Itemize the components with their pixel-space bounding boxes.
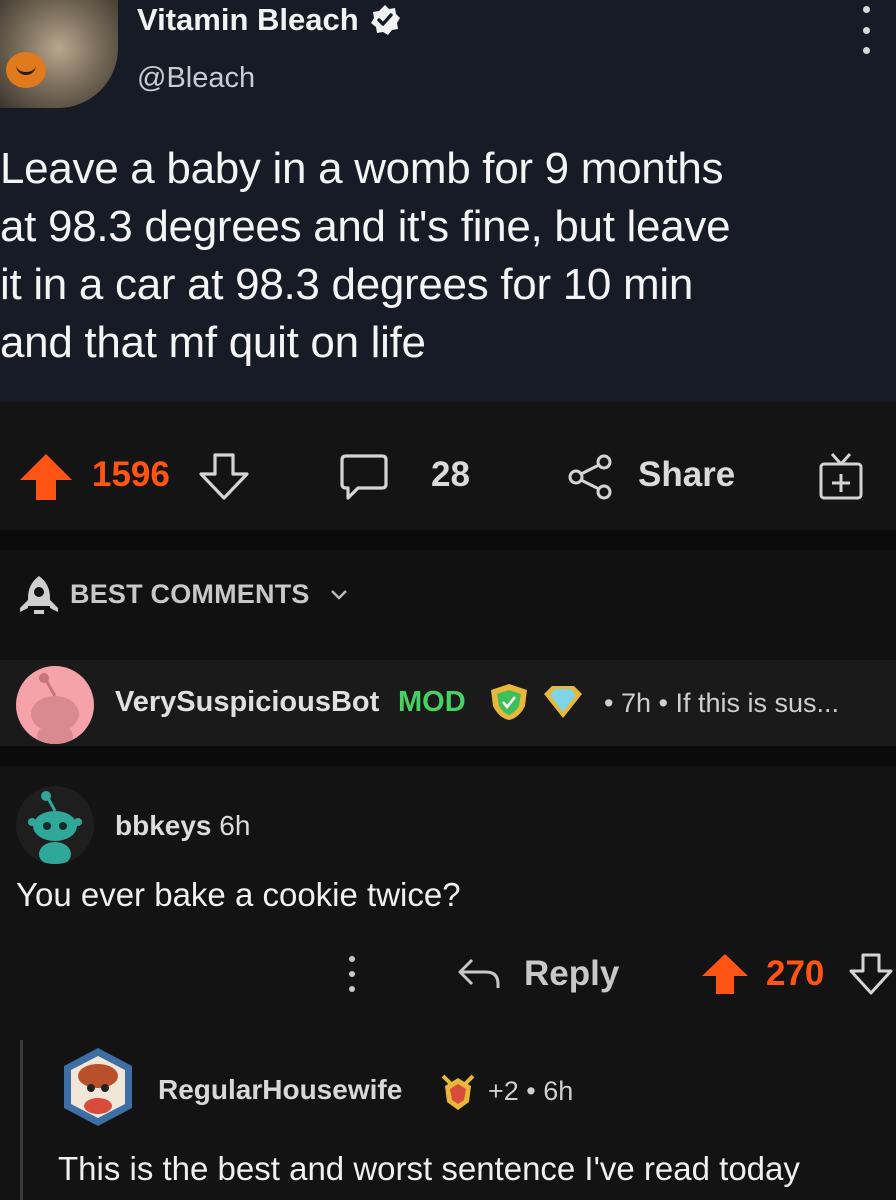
downvote-icon[interactable] bbox=[198, 452, 250, 502]
tweet-avatar bbox=[0, 0, 118, 108]
rocket-icon bbox=[20, 576, 58, 614]
upvote-count: 1596 bbox=[92, 455, 170, 494]
gem-award-icon bbox=[544, 686, 582, 718]
tweet-line: it in a car at 98.3 degrees for 10 min bbox=[0, 260, 693, 309]
award-icon bbox=[441, 1074, 475, 1110]
tweet-line: Leave a baby in a womb for 9 months bbox=[0, 144, 724, 193]
avatar bbox=[16, 666, 94, 744]
sort-label[interactable]: BEST COMMENTS bbox=[70, 579, 310, 610]
tweet-line: and that mf quit on life bbox=[0, 318, 426, 367]
comment-author: bbkeys 6h bbox=[115, 810, 250, 842]
comment-username[interactable]: bbkeys bbox=[115, 810, 212, 841]
comment-count: 28 bbox=[431, 455, 470, 494]
comment-age: 6h bbox=[219, 810, 251, 841]
comment-icon[interactable] bbox=[338, 452, 390, 502]
more-options-icon[interactable] bbox=[346, 956, 358, 992]
snoo-icon bbox=[28, 791, 82, 864]
avatar[interactable] bbox=[16, 786, 94, 864]
downvote-icon[interactable] bbox=[848, 952, 894, 996]
award-icon[interactable] bbox=[818, 450, 864, 502]
section-spacer bbox=[0, 530, 896, 550]
chevron-down-icon[interactable] bbox=[330, 589, 348, 601]
tweet-handle: @Bleach bbox=[137, 62, 256, 94]
tweet-card: Vitamin Bleach @Bleach Leave a baby in a… bbox=[0, 0, 896, 402]
more-icon[interactable] bbox=[856, 6, 876, 54]
reply-username[interactable]: RegularHousewife bbox=[158, 1074, 402, 1106]
share-button[interactable]: Share bbox=[638, 455, 735, 495]
share-icon[interactable] bbox=[566, 452, 616, 502]
pumpkin-icon bbox=[6, 52, 46, 88]
comment-text: You ever bake a cookie twice? bbox=[16, 876, 461, 913]
tweet-line: at 98.3 degrees and it's fine, but leave bbox=[0, 202, 731, 251]
reply-meta: +2 • 6h bbox=[488, 1076, 574, 1106]
mod-comment-meta: • 7h • If this is sus... bbox=[604, 688, 839, 718]
upvote-icon[interactable] bbox=[18, 452, 74, 502]
tweet-display-name: Vitamin Bleach bbox=[137, 2, 401, 38]
reply-text: This is the best and worst sentence I've… bbox=[58, 1150, 800, 1187]
upvote-icon[interactable] bbox=[700, 952, 750, 996]
reply-button[interactable]: Reply bbox=[524, 954, 619, 994]
avatar[interactable] bbox=[58, 1046, 138, 1128]
mod-username[interactable]: VerySuspiciousBot bbox=[115, 686, 379, 719]
snoo-icon bbox=[31, 673, 79, 744]
tweet-name-text: Vitamin Bleach bbox=[137, 2, 359, 37]
reply-icon[interactable] bbox=[456, 954, 502, 992]
thread-line[interactable] bbox=[20, 1040, 23, 1200]
mod-tag: MOD bbox=[398, 686, 466, 718]
section-divider bbox=[0, 746, 896, 766]
tweet-text: Leave a baby in a womb for 9 months at 9… bbox=[0, 140, 896, 372]
verified-icon bbox=[370, 5, 400, 35]
shield-award-icon bbox=[491, 684, 527, 720]
comment-vote-count: 270 bbox=[766, 954, 825, 993]
